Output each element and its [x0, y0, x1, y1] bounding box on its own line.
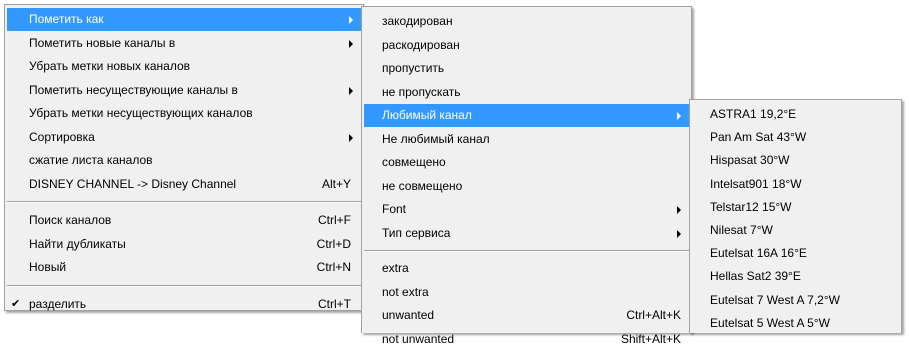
menu-item-label: пропустить [382, 61, 445, 75]
menu-item-label: Font [382, 202, 407, 216]
menu-item-label: Пометить новые каналы в [29, 35, 176, 50]
menu-item-label: Не любимый канал [382, 131, 490, 146]
menu-item-label: не совмещено [382, 178, 463, 193]
menu-item-убрать-метки-новых-каналов[interactable]: Убрать метки новых каналов [7, 55, 361, 78]
menu-item-пометить-новые-каналы-в[interactable]: Пометить новые каналы в [7, 32, 361, 55]
menu-item-label: Intelsat901 18°W [710, 176, 802, 191]
menu-item-пропустить[interactable]: пропустить [364, 57, 689, 80]
menu-item-label: Пометить как [29, 12, 104, 26]
menu-item-label: not unwanted [382, 331, 455, 346]
menu-item-label: Nilesat 7°W [710, 223, 773, 237]
menu-item-shortcut: Ctrl+Alt+K [626, 308, 681, 322]
menu-item-shortcut: Shift+Alt+K [620, 331, 681, 346]
menu-item-label: ASTRA1 19,2°E [710, 107, 797, 121]
submenu-arrow-icon [349, 133, 353, 142]
menu-item-label: совмещено [382, 155, 446, 169]
submenu-mark-as: закодирован раскодирован пропустить не проп… [361, 6, 692, 346]
menu-item-label: Hispasat 30°W [710, 153, 790, 168]
menu-item-disney-channel-disney-channel[interactable]: DISNEY CHANNEL -> Disney Channel Alt+Y [7, 173, 361, 196]
menu-item-label: Пометить несуществующие каналы в [29, 82, 238, 97]
menu-item-nilesat-7-w[interactable]: Nilesat 7°W [692, 219, 899, 242]
submenu-arrow-icon [677, 206, 681, 214]
menu-item-pan-am-sat-43-w[interactable]: Pan Am Sat 43°W [692, 126, 899, 149]
menu-item-label: unwanted [382, 308, 435, 322]
menu-item-найти-дубликаты[interactable]: Найти дубликаты Ctrl+D [7, 233, 361, 256]
menu-item-label: Telstar12 15°W [710, 199, 792, 214]
menu-item-label: Новый [29, 260, 67, 274]
menu-item-shortcut: Ctrl+T [318, 296, 351, 311]
menu-item-not-extra[interactable]: not extra [364, 281, 689, 304]
menu-item-новый[interactable]: Новый Ctrl+N [7, 256, 361, 279]
menu-item-label: Убрать метки новых каналов [29, 59, 191, 73]
menu-item-разделить[interactable]: ✔ разделить Ctrl+T [7, 293, 361, 316]
menu-item-label: Eutelsat 5 West A 5°W [710, 315, 830, 330]
menu-item-label: Тип сервиса [382, 225, 451, 240]
menu-item-eutelsat-16a-16-e[interactable]: Eutelsat 16A 16°E [692, 242, 899, 265]
menu-item-hellas-sat2-39-e[interactable]: Hellas Sat2 39°E [692, 265, 899, 288]
submenu-arrow-icon [349, 16, 353, 24]
menu-item-пометить-несуществующие-каналы-в[interactable]: Пометить несуществующие каналы в [7, 79, 361, 102]
menu-item-label: не пропускать [382, 84, 461, 99]
menu-separator [7, 284, 361, 287]
checkmark-icon: ✔ [11, 297, 21, 310]
menu-item-intelsat901-18-w[interactable]: Intelsat901 18°W [692, 173, 899, 196]
menu-item-сжатие-листа-каналов[interactable]: сжатие листа каналов [7, 149, 361, 172]
menu-item-shortcut: Alt+Y [321, 176, 351, 191]
menu-item-не-совмещено[interactable]: не совмещено [364, 175, 689, 198]
menu-item-shortcut: Ctrl+F [318, 213, 351, 227]
menu-item-not-unwanted[interactable]: not unwanted Shift+Alt+K [364, 328, 689, 351]
menu-item-label: not extra [382, 284, 429, 299]
menu-item-label: разделить [29, 296, 87, 311]
menu-item-label: Сортировка [29, 129, 95, 144]
menu-item-extra[interactable]: extra [364, 257, 689, 280]
menu-item-раскодирован[interactable]: раскодирован [364, 34, 689, 57]
submenu-arrow-icon [349, 86, 353, 95]
menu-item-eutelsat-7-west-a-7-2-w[interactable]: Eutelsat 7 West A 7,2°W [692, 289, 899, 312]
menu-item-label: DISNEY CHANNEL -> Disney Channel [29, 176, 237, 191]
menu-item-сортировка[interactable]: Сортировка [7, 126, 361, 149]
menu-item-label: Pan Am Sat 43°W [710, 130, 807, 145]
menu-item-любимый-канал[interactable]: Любимый канал [364, 104, 689, 127]
submenu-arrow-icon [349, 39, 353, 48]
menu-item-пометить-как[interactable]: Пометить как [7, 8, 361, 31]
menu-item-label: extra [382, 261, 409, 275]
menu-item-поиск-каналов[interactable]: Поиск каналов Ctrl+F [7, 209, 361, 232]
menu-item-label: закодирован [382, 14, 453, 28]
menu-item-hispasat-30-w[interactable]: Hispasat 30°W [692, 149, 899, 172]
menu-item-label: Eutelsat 7 West A 7,2°W [710, 292, 840, 307]
context-menu-main: Пометить как Пометить новые каналы в Убрат… [4, 4, 364, 311]
menu-item-label: Eutelsat 16A 16°E [710, 246, 807, 261]
menu-item-тип-сервиса[interactable]: Тип сервиса [364, 222, 689, 245]
menu-item-unwanted[interactable]: unwanted Ctrl+Alt+K [364, 304, 689, 327]
menu-item-astra1-19-2-e[interactable]: ASTRA1 19,2°E [692, 103, 899, 126]
menu-item-label: Поиск каналов [29, 213, 112, 227]
submenu-arrow-icon [677, 229, 681, 238]
menu-item-label: Убрать метки несуществующих каналов [29, 106, 253, 120]
menu-separator [7, 201, 361, 203]
menu-item-label: Найти дубликаты [29, 236, 126, 251]
menu-item-label: Любимый канал [382, 108, 472, 122]
menu-item-закодирован[interactable]: закодирован [364, 10, 689, 33]
menu-item-убрать-метки-несуществующих-каналов[interactable]: Убрать метки несуществующих каналов [7, 102, 361, 125]
menu-item-telstar12-15-w[interactable]: Telstar12 15°W [692, 196, 899, 219]
menu-item-label: сжатие листа каналов [29, 153, 153, 167]
menu-item-не-пропускать[interactable]: не пропускать [364, 81, 689, 104]
menu-item-shortcut: Ctrl+D [316, 236, 351, 251]
menu-separator [364, 250, 689, 252]
submenu-favorite-channel: ASTRA1 19,2°E Pan Am Sat 43°W Hispasat 30°… [689, 99, 902, 333]
menu-item-label: раскодирован [382, 37, 460, 52]
menu-item-не-любимый-канал[interactable]: Не любимый канал [364, 128, 689, 151]
menu-item-font[interactable]: Font [364, 198, 689, 221]
menu-item-eutelsat-5-west-a-5-w[interactable]: Eutelsat 5 West A 5°W [692, 312, 899, 335]
menu-item-совмещено[interactable]: совмещено [364, 151, 689, 174]
menu-item-shortcut: Ctrl+N [316, 260, 351, 274]
submenu-arrow-icon [677, 112, 681, 120]
menu-item-label: Hellas Sat2 39°E [710, 269, 801, 284]
